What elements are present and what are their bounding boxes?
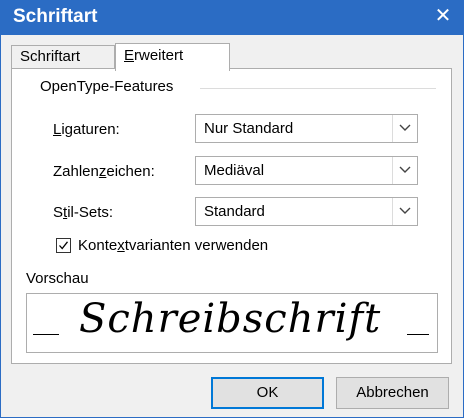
stylesets-value: Standard	[204, 203, 265, 220]
chevron-down-icon[interactable]	[392, 157, 417, 184]
group-label-opentype: OpenType-Features	[40, 78, 174, 95]
chevron-down-icon[interactable]	[392, 198, 417, 225]
contextual-alternates-checkbox[interactable]	[56, 238, 71, 253]
ok-button[interactable]: OK	[211, 377, 324, 409]
tab-schriftart[interactable]: Schriftart	[11, 45, 115, 69]
ligatures-label: Ligaturen:	[53, 121, 120, 138]
numbers-dropdown[interactable]: Mediäval	[195, 156, 418, 185]
ligatures-dropdown[interactable]: Nur Standard	[195, 114, 418, 143]
preview-baseline-right	[407, 334, 429, 335]
group-divider	[200, 88, 436, 89]
chevron-down-icon[interactable]	[392, 115, 417, 142]
ligatures-value: Nur Standard	[204, 120, 294, 137]
preview-box: Schreibschrift	[26, 293, 438, 353]
preview-baseline-left	[33, 334, 59, 335]
font-dialog: Schriftart ✕ Schriftart Erweitert OpenTy…	[0, 0, 464, 418]
cancel-button[interactable]: Abbrechen	[336, 377, 449, 409]
tab-erweitert[interactable]: Erweitert	[115, 43, 230, 71]
preview-label: Vorschau	[26, 270, 89, 287]
numbers-label: Zahlenzeichen:	[53, 163, 155, 180]
stylesets-label: Stil-Sets:	[53, 204, 114, 221]
title-bar[interactable]: Schriftart ✕	[1, 1, 463, 35]
tab-label: Erweitert	[124, 47, 184, 64]
numbers-value: Mediäval	[204, 162, 265, 179]
tab-panel-erweitert: OpenType-Features Ligaturen: Nur Standar…	[11, 68, 452, 364]
close-icon[interactable]: ✕	[433, 5, 453, 27]
stylesets-dropdown[interactable]: Standard	[195, 197, 418, 226]
checkmark-icon	[59, 241, 69, 250]
tab-label: Schriftart	[20, 48, 81, 65]
contextual-alternates-label: Kontextvarianten verwenden	[78, 237, 269, 254]
dialog-title: Schriftart	[13, 6, 98, 27]
preview-text: Schreibschrift	[79, 296, 382, 342]
